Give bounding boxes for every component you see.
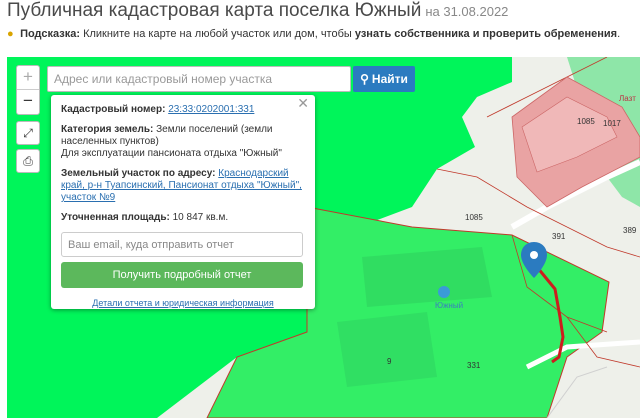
- label-yuzhny: Южный: [435, 301, 464, 310]
- parcel-info-popup: ✕ Кадастровый номер: 23:33:0202001:331 К…: [51, 95, 315, 309]
- search-button-label: Найти: [371, 72, 408, 86]
- close-icon[interactable]: ✕: [297, 96, 309, 110]
- poi-icon: [438, 286, 450, 298]
- label-389: 389: [623, 226, 637, 235]
- label-1085a: 1085: [577, 117, 595, 126]
- search-input[interactable]: [47, 66, 351, 92]
- area-value: 10 847 кв.м.: [172, 212, 229, 223]
- area-row: Уточненная площадь: 10 847 кв.м.: [61, 212, 305, 224]
- area-label: Уточненная площадь:: [61, 212, 170, 223]
- usage-value: Для эксплуатации пансионата отдыха "Южны…: [61, 148, 282, 159]
- label-1017: 1017: [603, 119, 621, 128]
- zoom-in-button[interactable]: +: [17, 66, 39, 90]
- get-report-button[interactable]: Получить подробный отчет: [61, 262, 303, 288]
- cadastral-label: Кадастровый номер:: [61, 104, 166, 115]
- printer-icon: ⎙: [23, 154, 33, 168]
- zoom-control: + −: [16, 65, 40, 115]
- label-1085b: 1085: [465, 213, 483, 222]
- title-date: на 31.08.2022: [425, 4, 509, 19]
- category-label: Категория земель:: [61, 124, 154, 135]
- land-category-row: Категория земель: Земли поселений (земли…: [61, 124, 305, 160]
- hint-end: .: [617, 28, 621, 40]
- cadastral-number-link[interactable]: 23:33:0202001:331: [168, 104, 254, 115]
- building-footprint-2: [337, 312, 437, 387]
- hint-bar: ● Подсказка: Кликните на карте на любой …: [7, 28, 620, 40]
- search-icon: ⚲: [360, 72, 369, 86]
- address-row: Земельный участок по адресу: Краснодарск…: [61, 168, 305, 204]
- label-lazt: Лазт: [619, 94, 636, 103]
- cadastral-map[interactable]: 1085 1017 1085 391 389 9 331 Южный Лазт …: [7, 57, 640, 418]
- expand-icon: ⤢: [23, 126, 33, 140]
- address-label: Земельный участок по адресу:: [61, 168, 216, 179]
- hint-bold: узнать собственника и проверить обремене…: [354, 28, 618, 40]
- label-391: 391: [552, 232, 566, 241]
- search-button[interactable]: ⚲ Найти: [353, 66, 415, 92]
- label-9: 9: [387, 357, 392, 366]
- lightbulb-icon: ●: [7, 28, 14, 40]
- zoom-out-button[interactable]: −: [17, 90, 39, 114]
- cadastral-number-row: Кадастровый номер: 23:33:0202001:331: [61, 104, 305, 116]
- hint-text: Кликните на карте на любой участок или д…: [83, 28, 352, 40]
- hint-label: Подсказка:: [20, 28, 81, 40]
- fullscreen-button[interactable]: ⤢: [16, 121, 40, 145]
- label-331: 331: [467, 361, 481, 370]
- title-text: Публичная кадастровая карта поселка Южны…: [7, 0, 422, 21]
- building-footprint: [362, 247, 492, 307]
- email-field[interactable]: [61, 232, 303, 257]
- page-title: Публичная кадастровая карта поселка Южны…: [7, 0, 508, 22]
- details-link[interactable]: Детали отчета и юридическая информация: [61, 297, 305, 309]
- print-button[interactable]: ⎙: [16, 149, 40, 173]
